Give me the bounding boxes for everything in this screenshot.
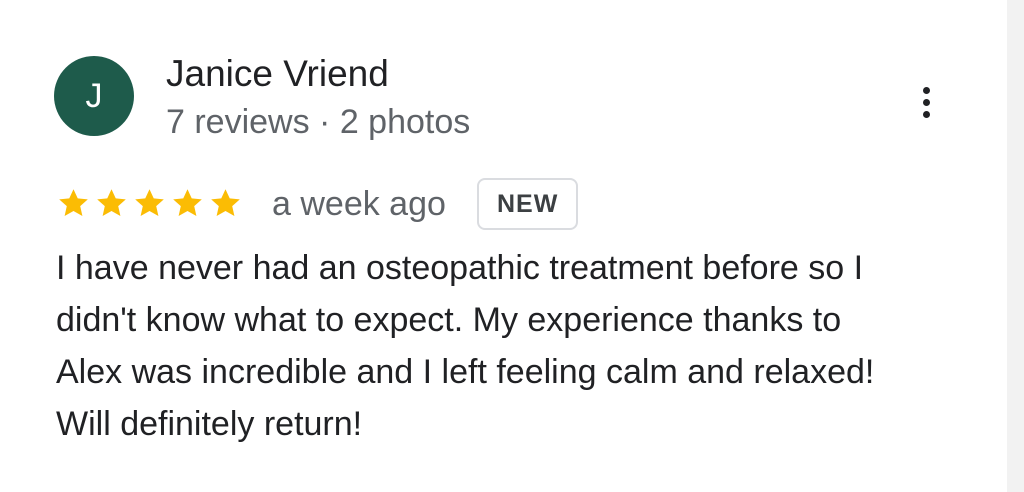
review-card: J Janice Vriend 7 reviews · 2 photos a w… <box>0 0 1007 492</box>
reviewer-name[interactable]: Janice Vriend <box>166 52 389 96</box>
more-vert-icon-dot <box>922 110 930 118</box>
new-badge: NEW <box>477 178 579 230</box>
review-text: I have never had an osteopathic treatmen… <box>56 242 956 450</box>
star-rating <box>56 186 243 221</box>
avatar[interactable]: J <box>54 56 134 136</box>
review-time: a week ago <box>272 185 446 223</box>
star-icon <box>132 186 167 221</box>
star-icon <box>94 186 129 221</box>
more-vert-icon <box>922 86 930 94</box>
review-line: didn't know what to expect. My experienc… <box>56 301 842 339</box>
scroll-gutter <box>1007 0 1024 492</box>
review-line: Alex was incredible and I left feeling c… <box>56 353 875 391</box>
star-icon <box>170 186 205 221</box>
reviewer-meta: 7 reviews · 2 photos <box>166 103 471 141</box>
review-line: I have never had an osteopathic treatmen… <box>56 249 864 287</box>
star-icon <box>56 186 91 221</box>
more-options-button[interactable] <box>908 80 944 124</box>
star-icon <box>208 186 243 221</box>
more-vert-icon-dot <box>922 98 930 106</box>
review-line: Will definitely return! <box>56 405 363 443</box>
